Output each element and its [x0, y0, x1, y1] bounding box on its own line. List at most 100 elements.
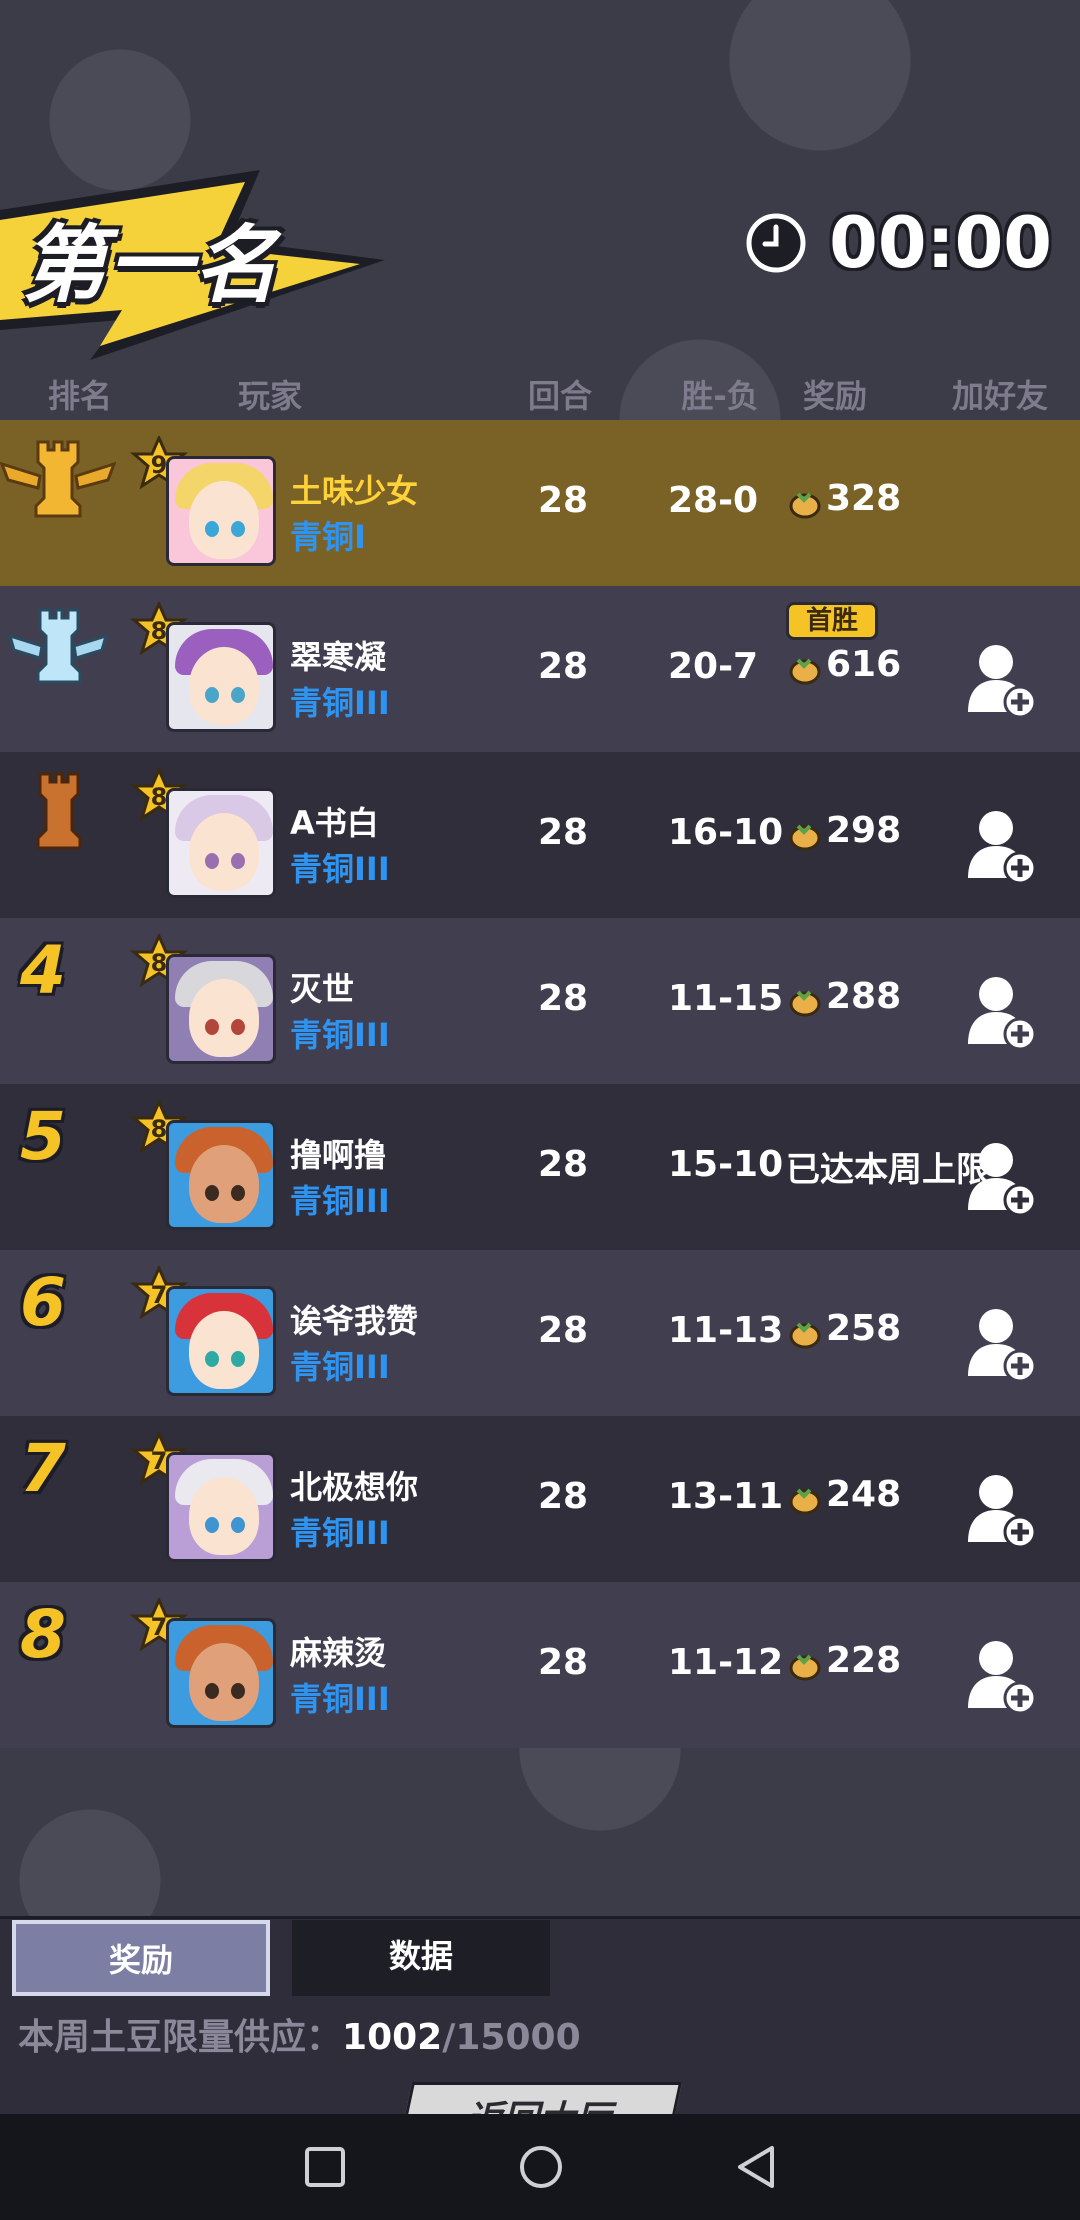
avatar-face: [189, 481, 259, 559]
avatar-eye: [205, 1351, 219, 1367]
avatar-face: [189, 647, 259, 725]
avatar-eye: [205, 1019, 219, 1035]
add-friend-icon[interactable]: [966, 1472, 1038, 1550]
player-row[interactable]: 9 土味少女 青铜I 28 28-0 328: [0, 420, 1080, 586]
avatar-eye: [205, 1185, 219, 1201]
player-row[interactable]: 8 7 麻辣烫 青铜III 28 11-12 228: [0, 1582, 1080, 1748]
player-row[interactable]: 7 7 北极想你 青铜III 28 13-11 248: [0, 1416, 1080, 1582]
leaderboard-table: 9 土味少女 青铜I 28 28-0 328 8 翠寒凝 青铜III 28 20…: [0, 420, 1080, 1748]
avatar-eye: [231, 1683, 245, 1699]
first-win-badge: 首胜: [786, 602, 878, 640]
win-loss-value: 13-11: [668, 1476, 784, 1517]
back-triangle-icon[interactable]: [730, 2140, 784, 2194]
column-header-win-loss: 胜-负: [681, 377, 759, 415]
player-avatar[interactable]: [166, 1452, 276, 1562]
recents-square-icon[interactable]: [298, 2140, 352, 2194]
rounds-value: 28: [537, 1476, 589, 1517]
column-header-player: 玩家: [237, 377, 302, 415]
win-loss-value: 28-0: [668, 480, 759, 521]
add-friend-icon[interactable]: [966, 1638, 1038, 1716]
avatar-eye: [231, 1185, 245, 1201]
player-avatar[interactable]: [166, 954, 276, 1064]
add-friend-icon[interactable]: [966, 974, 1038, 1052]
add-friend-icon[interactable]: [966, 808, 1038, 886]
column-header-reward: 奖励: [802, 377, 867, 415]
player-row[interactable]: 6 7 诶爷我赞 青铜III 28 11-13 258: [0, 1250, 1080, 1416]
win-loss-value: 20-7: [668, 646, 759, 687]
bronze-rook-rank-icon: [36, 772, 82, 850]
player-name: A书白: [290, 804, 379, 842]
rounds-value: 28: [537, 1310, 589, 1351]
weekly-limit-reached-text: 已达本周上限: [786, 1150, 990, 1190]
player-avatar[interactable]: [166, 456, 276, 566]
column-header-add-friend: 加好友: [951, 377, 1048, 415]
rounds-value: 28: [537, 812, 589, 853]
weekly-potato-supply: 本周土豆限量供应：1002/15000: [18, 2008, 581, 2060]
player-avatar[interactable]: [166, 1618, 276, 1728]
rounds-value: 28: [537, 978, 589, 1019]
avatar-face: [189, 979, 259, 1057]
player-row[interactable]: 8 A书白 青铜III 28 16-10 298: [0, 752, 1080, 918]
reward-value: 298: [826, 810, 902, 851]
potato-coin-icon: [789, 1488, 821, 1515]
potato-coin-icon: [789, 1654, 821, 1681]
win-loss-value: 11-15: [668, 978, 784, 1019]
reward-value: 616: [826, 644, 902, 685]
player-tier: 青铜III: [290, 1348, 390, 1386]
potato-coin-icon: [789, 492, 821, 519]
player-tier: 青铜III: [290, 684, 390, 722]
avatar-face: [189, 1477, 259, 1555]
player-avatar[interactable]: [166, 1120, 276, 1230]
silver-rook-rank-icon: [7, 608, 109, 684]
timer-value: 00:00: [829, 202, 1052, 284]
player-tier: 青铜III: [290, 1680, 390, 1718]
clock-icon: [746, 213, 806, 273]
tab-reward[interactable]: 奖励: [12, 1920, 270, 1996]
player-tier: 青铜III: [290, 1182, 390, 1220]
avatar-face: [189, 1311, 259, 1389]
avatar-eye: [205, 1517, 219, 1533]
rounds-value: 28: [537, 480, 589, 521]
column-header-rank: 排名: [47, 377, 112, 415]
win-loss-value: 11-12: [668, 1642, 784, 1683]
avatar-eye: [205, 1683, 219, 1699]
avatar-eye: [231, 1517, 245, 1533]
player-avatar[interactable]: [166, 1286, 276, 1396]
player-name: 撸啊撸: [290, 1136, 387, 1174]
player-row[interactable]: 5 8 撸啊撸 青铜III 28 15-10 已达本周上限: [0, 1084, 1080, 1250]
avatar-face: [189, 1145, 259, 1223]
player-row[interactable]: 8 翠寒凝 青铜III 28 20-7 首胜 616: [0, 586, 1080, 752]
player-name: 北极想你: [290, 1468, 419, 1506]
reward-value: 288: [826, 976, 902, 1017]
placement-banner: 第一名: [0, 170, 400, 360]
tab-data[interactable]: 数据: [292, 1920, 550, 1996]
placement-title: 第一名: [22, 216, 281, 314]
rank-number: 8: [20, 1596, 66, 1673]
supply-label: 本周土豆限量供应：: [18, 2017, 343, 2058]
add-friend-icon[interactable]: [966, 642, 1038, 720]
potato-coin-icon: [789, 824, 821, 851]
avatar-eye: [231, 687, 245, 703]
player-name: 土味少女: [290, 472, 419, 510]
avatar-eye: [231, 1351, 245, 1367]
avatar-face: [189, 813, 259, 891]
reward-value: 228: [826, 1640, 902, 1681]
reward-value: 258: [826, 1308, 902, 1349]
add-friend-icon[interactable]: [966, 1306, 1038, 1384]
supply-max: /15000: [442, 2017, 581, 2058]
home-circle-icon[interactable]: [514, 2140, 568, 2194]
potato-coin-icon: [789, 1322, 821, 1349]
avatar-eye: [205, 853, 219, 869]
player-tier: 青铜III: [290, 850, 390, 888]
rank-number: 5: [20, 1098, 66, 1175]
player-avatar[interactable]: [166, 622, 276, 732]
player-tier: 青铜III: [290, 1016, 390, 1054]
win-loss-value: 11-13: [668, 1310, 784, 1351]
rounds-value: 28: [537, 1144, 589, 1185]
player-row[interactable]: 4 8 灭世 青铜III 28 11-15 288: [0, 918, 1080, 1084]
player-tier: 青铜I: [290, 518, 366, 556]
player-name: 诶爷我赞: [290, 1302, 419, 1340]
avatar-eye: [205, 521, 219, 537]
player-avatar[interactable]: [166, 788, 276, 898]
player-name: 翠寒凝: [290, 638, 387, 676]
